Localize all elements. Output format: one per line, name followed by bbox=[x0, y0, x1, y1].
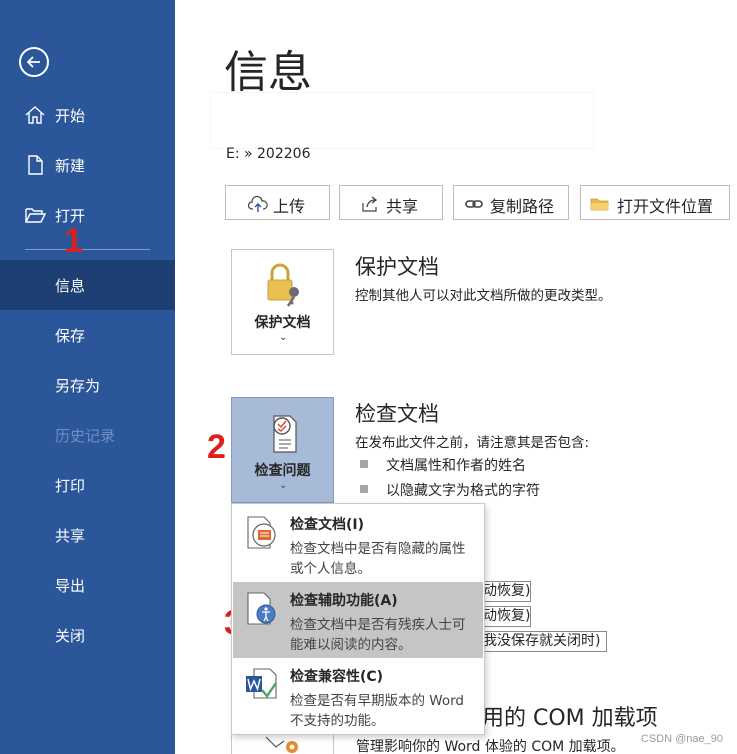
sidebar-divider bbox=[25, 249, 150, 250]
com-addins-title: 禁用的 COM 加载项 bbox=[460, 706, 658, 731]
step-marker-2: 2 bbox=[207, 428, 226, 466]
menu-item-desc: 检查文档中是否有残疾人士可能难以阅读的内容。 bbox=[290, 617, 466, 653]
sidebar-item-label: 保存 bbox=[55, 326, 86, 345]
copy-path-label: 复制路径 bbox=[490, 197, 555, 216]
check-for-issues-menu: 检查文档(I) 检查文档中是否有隐藏的属性或个人信息。 检查辅助功能(A) 检查… bbox=[231, 503, 485, 735]
file-path: E: » 202206 bbox=[226, 146, 311, 162]
sidebar-item-save[interactable]: 保存 bbox=[0, 310, 175, 360]
sidebar-item-save-as[interactable]: 另存为 bbox=[0, 360, 175, 410]
sidebar-item-home[interactable]: 开始 bbox=[0, 90, 175, 140]
cloud-upload-icon bbox=[248, 195, 268, 212]
new-document-icon bbox=[28, 155, 43, 175]
sidebar-item-label: 开始 bbox=[55, 106, 86, 125]
sidebar-item-export[interactable]: 导出 bbox=[0, 560, 175, 610]
manage-document-partial-button[interactable]: 动恢复) bbox=[478, 581, 531, 602]
menu-item-check-accessibility[interactable]: 检查辅助功能(A) 检查文档中是否有残疾人士可能难以阅读的内容。 bbox=[233, 582, 483, 658]
sidebar-item-history: 历史记录 bbox=[0, 410, 175, 460]
inspect-document-icon bbox=[247, 516, 276, 549]
redacted-filename bbox=[211, 93, 593, 148]
home-icon bbox=[25, 106, 45, 124]
lock-key-icon bbox=[267, 263, 299, 307]
sidebar-item-label: 共享 bbox=[55, 526, 86, 545]
chevron-down-icon: ⌄ bbox=[279, 480, 288, 491]
protect-document-tile[interactable]: 保护文档 ⌄ bbox=[231, 249, 334, 355]
share-label: 共享 bbox=[386, 197, 419, 216]
back-arrow-icon bbox=[26, 56, 40, 68]
sidebar-item-share[interactable]: 共享 bbox=[0, 510, 175, 560]
manage-document-partial-button[interactable]: 我没保存就关闭时) bbox=[478, 631, 607, 652]
protect-section-desc: 控制其他人可以对此文档所做的更改类型。 bbox=[355, 288, 612, 304]
menu-item-title: 检查辅助功能(A) bbox=[290, 593, 398, 609]
inspect-checklist-icon bbox=[273, 415, 297, 453]
share-button[interactable]: 共享 bbox=[339, 185, 443, 220]
backstage-sidebar: 开始 新建 打开 信息 保存 另存为 历史记录 打印 共享 导出 关闭 bbox=[0, 0, 175, 754]
protect-document-label: 保护文档 bbox=[254, 315, 311, 331]
inspect-bullet-2: 以隐藏文字为格式的字符 bbox=[386, 483, 540, 499]
open-file-location-button[interactable]: 打开文件位置 bbox=[580, 185, 730, 220]
menu-item-desc: 检查是否有早期版本的 Word 不支持的功能。 bbox=[290, 693, 464, 729]
check-for-issues-label: 检查问题 bbox=[254, 463, 311, 479]
page-title: 信息 bbox=[224, 47, 312, 98]
sidebar-item-label: 另存为 bbox=[55, 376, 101, 395]
inspect-section-desc: 在发布此文件之前，请注意其是否包含: bbox=[355, 435, 590, 451]
watermark: CSDN @nae_90 bbox=[640, 733, 723, 745]
menu-item-check-compatibility[interactable]: 检查兼容性(C) 检查是否有早期版本的 Word 不支持的功能。 bbox=[233, 658, 483, 734]
inspect-section-title: 检查文档 bbox=[355, 402, 439, 426]
open-folder-icon bbox=[25, 208, 46, 223]
open-file-location-label: 打开文件位置 bbox=[617, 197, 714, 216]
sidebar-item-label: 关闭 bbox=[55, 626, 86, 645]
sidebar-item-new[interactable]: 新建 bbox=[0, 140, 175, 190]
folder-icon bbox=[590, 198, 609, 211]
inspect-bullet-1: 文档属性和作者的姓名 bbox=[386, 458, 526, 474]
share-icon bbox=[362, 196, 378, 212]
bullet-marker bbox=[360, 460, 368, 468]
step-marker-1: 1 bbox=[64, 222, 83, 260]
sidebar-item-label: 信息 bbox=[55, 276, 86, 295]
sidebar-item-label: 导出 bbox=[55, 576, 86, 595]
protect-section-title: 保护文档 bbox=[355, 255, 439, 279]
menu-item-inspect-document[interactable]: 检查文档(I) 检查文档中是否有隐藏的属性或个人信息。 bbox=[233, 506, 483, 582]
manage-document-partial-button[interactable]: 动恢复) bbox=[478, 606, 531, 627]
accessibility-check-icon bbox=[247, 592, 276, 625]
sidebar-item-close[interactable]: 关闭 bbox=[0, 610, 175, 660]
copy-path-button[interactable]: 复制路径 bbox=[453, 185, 569, 220]
sidebar-item-label: 历史记录 bbox=[55, 426, 116, 445]
sidebar-item-info[interactable]: 信息 bbox=[0, 260, 175, 310]
sidebar-item-print[interactable]: 打印 bbox=[0, 460, 175, 510]
menu-item-title: 检查兼容性(C) bbox=[290, 669, 384, 685]
link-icon bbox=[465, 200, 483, 208]
sidebar-item-label: 打印 bbox=[55, 476, 86, 495]
menu-item-desc: 检查文档中是否有隐藏的属性或个人信息。 bbox=[290, 541, 466, 577]
sidebar-item-label: 新建 bbox=[55, 156, 86, 175]
compatibility-check-icon bbox=[246, 668, 277, 699]
bullet-marker bbox=[360, 485, 368, 493]
menu-item-title: 检查文档(I) bbox=[290, 517, 365, 533]
check-for-issues-tile[interactable]: 检查问题 ⌄ bbox=[231, 397, 334, 503]
sidebar-item-open[interactable]: 打开 bbox=[0, 190, 175, 240]
chevron-down-icon: ⌄ bbox=[279, 332, 288, 343]
back-button[interactable] bbox=[19, 47, 49, 77]
com-addins-desc: 管理影响你的 Word 体验的 COM 加载项。 bbox=[356, 739, 625, 754]
upload-label: 上传 bbox=[273, 197, 306, 216]
upload-button[interactable]: 上传 bbox=[225, 185, 330, 220]
